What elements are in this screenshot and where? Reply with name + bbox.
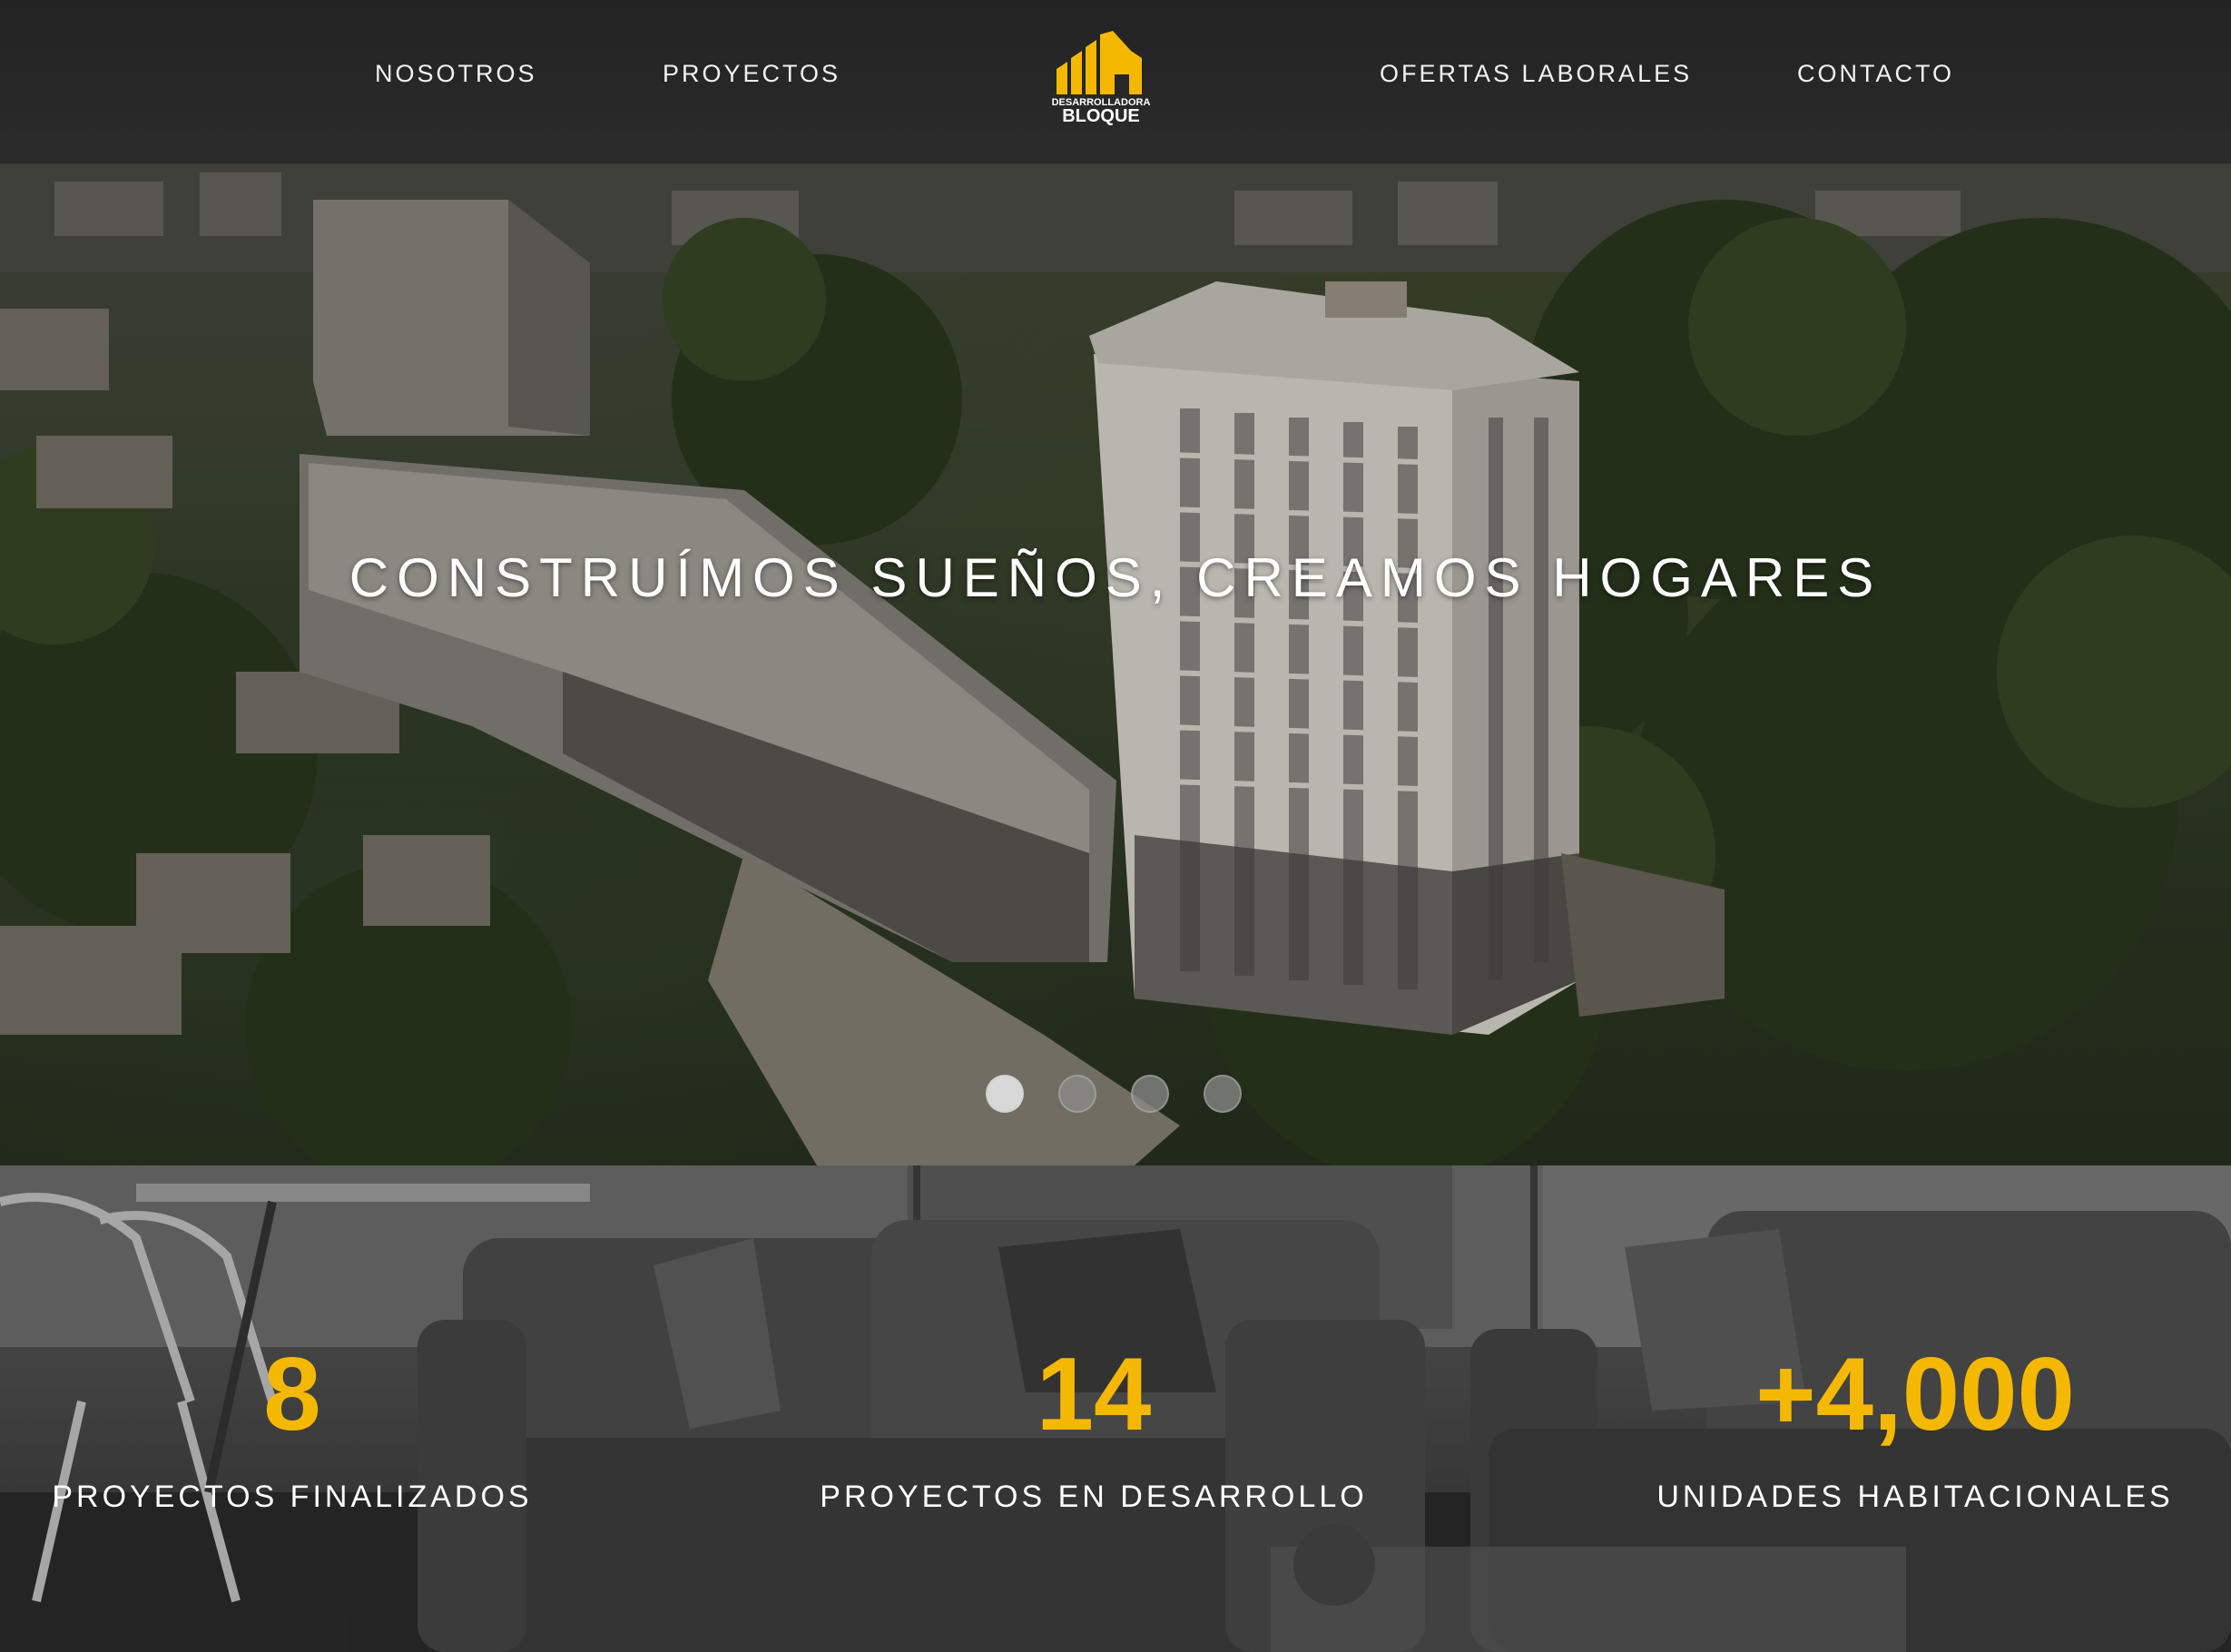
- bloque-logo[interactable]: DESARROLLADORA BLOQUE: [1051, 31, 1151, 125]
- slide-dot-4[interactable]: [1204, 1075, 1242, 1113]
- stats-section: 8 PROYECTOS FINALIZADOS 14 PROYECTOS EN …: [0, 1165, 2231, 1652]
- hero-headline: CONSTRUÍMOS SUEÑOS, CREAMOS HOGARES: [349, 547, 1882, 608]
- nav-contacto[interactable]: CONTACTO: [1797, 60, 1954, 88]
- stat-label-finalizados: PROYECTOS FINALIZADOS: [52, 1480, 533, 1514]
- site-header: NOSOTROS PROYECTOS DESARROLLADORA BLOQUE…: [0, 0, 2231, 165]
- stat-number-unidades: +4,000: [1755, 1337, 2075, 1452]
- slide-dot-3[interactable]: [1131, 1075, 1169, 1113]
- nav-proyectos[interactable]: PROYECTOS: [663, 60, 840, 88]
- slide-dot-2[interactable]: [1058, 1075, 1096, 1113]
- nav-nosotros[interactable]: NOSOTROS: [375, 60, 537, 88]
- stat-number-desarrollo: 14: [1036, 1337, 1152, 1452]
- stat-number-finalizados: 8: [263, 1337, 321, 1452]
- nav-ofertas-laborales[interactable]: OFERTAS LABORALES: [1380, 60, 1692, 88]
- stat-label-desarrollo: PROYECTOS EN DESARROLLO: [820, 1480, 1368, 1514]
- stat-label-unidades: UNIDADES HABITACIONALES: [1656, 1480, 2174, 1514]
- hero-slider: CONSTRUÍMOS SUEÑOS, CREAMOS HOGARES: [0, 163, 2231, 1165]
- svg-text:BLOQUE: BLOQUE: [1062, 106, 1140, 125]
- slide-dot-1[interactable]: [986, 1075, 1024, 1113]
